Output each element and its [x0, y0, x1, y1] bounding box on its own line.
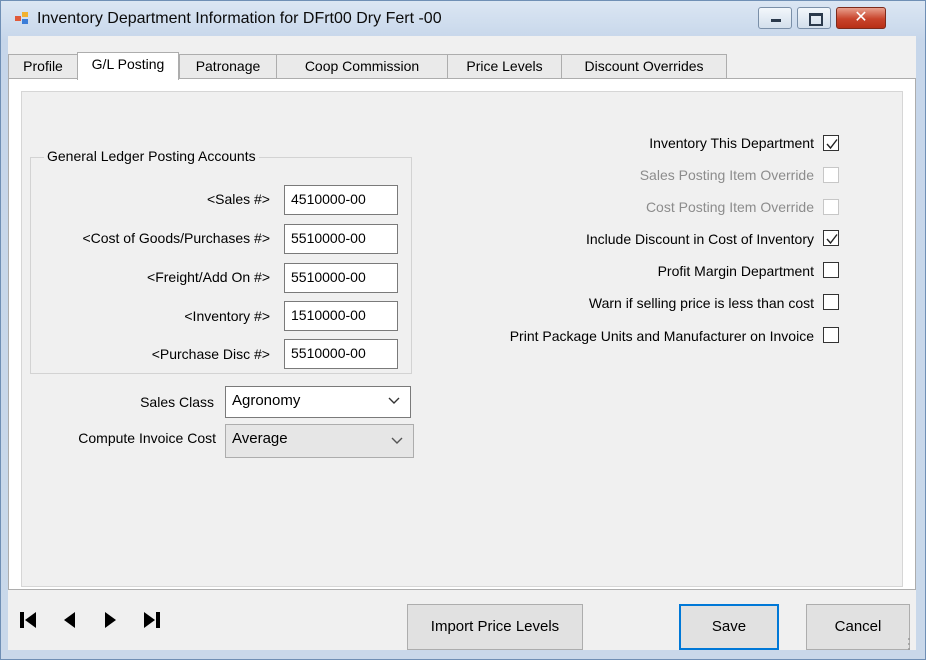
purchase-disc-account-label: <Purchase Disc #> [151, 346, 270, 362]
import-price-levels-button[interactable]: Import Price Levels [407, 604, 583, 650]
tab-label: G/L Posting [91, 56, 165, 72]
inventory-account-label: <Inventory #> [184, 308, 270, 324]
next-record-icon[interactable] [98, 609, 122, 631]
window-title: Inventory Department Information for DFr… [37, 10, 442, 27]
inventory-this-dept-label: Inventory This Department [649, 135, 814, 151]
close-icon[interactable]: ✕ [836, 7, 886, 29]
chevron-down-icon [388, 397, 400, 404]
compute-invoice-cost-select[interactable]: Average [225, 424, 414, 458]
profit-margin-dept-label: Profit Margin Department [657, 263, 814, 279]
sales-account-label: <Sales #> [206, 191, 270, 207]
checkmark-icon [826, 234, 838, 245]
sales-class-label: Sales Class [140, 394, 214, 410]
tab-label: Discount Overrides [584, 58, 704, 74]
sales-posting-override-checkbox[interactable] [823, 167, 839, 183]
freight-account-label: <Freight/Add On #> [147, 269, 270, 285]
profit-margin-dept-checkbox[interactable] [823, 262, 839, 278]
cogs-account-label: <Cost of Goods/Purchases #> [82, 230, 270, 246]
tab-gl-posting[interactable]: G/L Posting [77, 52, 179, 80]
warn-selling-price-checkbox[interactable] [823, 294, 839, 310]
freight-account-input[interactable]: 5510000-00 [284, 263, 398, 293]
sales-class-select[interactable]: Agronomy [225, 386, 411, 418]
tab-label: Profile [23, 58, 63, 74]
compute-invoice-cost-label: Compute Invoice Cost [78, 430, 216, 446]
tab-discount-overrides[interactable]: Discount Overrides [561, 54, 727, 78]
maximize-icon[interactable] [797, 7, 831, 29]
tab-label: Patronage [195, 58, 261, 74]
minimize-icon[interactable] [758, 7, 792, 29]
compute-invoice-cost-value: Average [232, 430, 288, 447]
tab-label: Price Levels [466, 58, 543, 74]
tab-profile[interactable]: Profile [8, 54, 78, 78]
resize-grip-icon[interactable] [906, 636, 916, 652]
inventory-this-dept-checkbox[interactable] [823, 135, 839, 151]
cost-posting-override-checkbox[interactable] [823, 199, 839, 215]
sales-account-input[interactable]: 4510000-00 [284, 185, 398, 215]
previous-record-icon[interactable] [58, 609, 82, 631]
title-bar[interactable]: Inventory Department Information for DFr… [1, 1, 925, 37]
purchase-disc-account-input[interactable]: 5510000-00 [284, 339, 398, 369]
warn-selling-price-label: Warn if selling price is less than cost [588, 295, 814, 311]
include-discount-label: Include Discount in Cost of Inventory [585, 231, 814, 247]
tab-patronage[interactable]: Patronage [179, 54, 277, 78]
include-discount-checkbox[interactable] [823, 230, 839, 246]
print-package-units-checkbox[interactable] [823, 327, 839, 343]
group-title: General Ledger Posting Accounts [44, 148, 259, 164]
checkmark-icon [826, 139, 838, 150]
tab-coop-commission[interactable]: Coop Commission [276, 54, 448, 78]
save-button[interactable]: Save [679, 604, 779, 650]
print-package-units-label: Print Package Units and Manufacturer on … [509, 328, 814, 344]
chevron-down-icon [391, 437, 403, 444]
tab-label: Coop Commission [304, 58, 420, 74]
first-record-icon[interactable] [16, 609, 40, 631]
app-window-icon [15, 12, 31, 26]
cancel-button[interactable]: Cancel [806, 604, 910, 650]
sales-class-value: Agronomy [232, 392, 301, 409]
tab-price-levels[interactable]: Price Levels [447, 54, 562, 78]
inventory-account-input[interactable]: 1510000-00 [284, 301, 398, 331]
cost-posting-override-label: Cost Posting Item Override [645, 199, 814, 215]
cogs-account-input[interactable]: 5510000-00 [284, 224, 398, 254]
last-record-icon[interactable] [140, 609, 164, 631]
sales-posting-override-label: Sales Posting Item Override [639, 167, 814, 183]
